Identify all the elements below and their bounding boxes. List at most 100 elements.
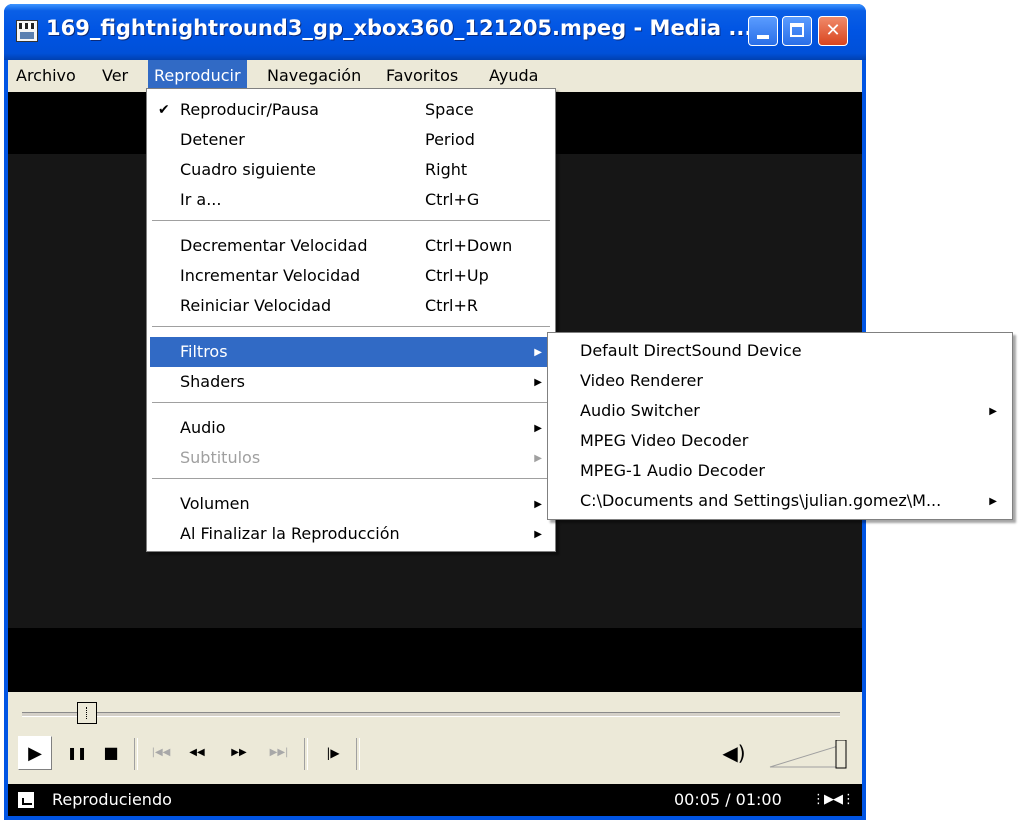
menu-separator — [152, 402, 550, 404]
menu-item-label: Audio Switcher — [580, 401, 700, 420]
playing-status-icon — [18, 792, 34, 808]
pause-icon: ❚❚ — [66, 746, 88, 760]
menu-item-al-finalizar[interactable]: Al Finalizar la Reproducción ▶ — [150, 519, 552, 549]
volume-track — [769, 745, 839, 768]
menu-item-volumen[interactable]: Volumen ▶ — [150, 489, 552, 519]
menu-item-label: Ir a... — [180, 190, 222, 209]
submenu-item-mpeg-video-decoder[interactable]: MPEG Video Decoder — [551, 426, 1009, 456]
submenu-item-audio-switcher[interactable]: Audio Switcher ▶ — [551, 396, 1009, 426]
toolbar-separator — [304, 738, 308, 770]
seek-thumb[interactable] — [77, 702, 98, 724]
submenu-arrow-icon: ▶ — [989, 496, 997, 507]
menu-item-label: C:\Documents and Settings\julian.gomez\M… — [580, 491, 942, 510]
menu-item-label: Cuadro siguiente — [180, 160, 316, 179]
maximize-button[interactable] — [782, 16, 812, 46]
menu-item-subtitulos: Subtitulos ▶ — [150, 443, 552, 473]
status-text: Reproduciendo — [52, 790, 172, 809]
menu-item-shaders[interactable]: Shaders ▶ — [150, 367, 552, 397]
menu-item-label: Subtitulos — [180, 448, 261, 467]
playback-controls: ▶ ❚❚ ■ |◀◀ ◀◀ ▶▶ ▶▶| |▶ ◀) — [8, 692, 862, 784]
rewind-button[interactable]: ◀◀ — [180, 736, 214, 770]
menu-item-label: Reproducir/Pausa — [180, 100, 319, 119]
fast-forward-icon: ▶▶ — [231, 747, 247, 758]
menu-item-label: Default DirectSound Device — [580, 341, 802, 360]
menu-item-shortcut: Ctrl+G — [425, 190, 480, 209]
menu-item-label: MPEG-1 Audio Decoder — [580, 461, 765, 480]
menu-item-label: Detener — [180, 130, 245, 149]
pause-button[interactable]: ❚❚ — [60, 736, 94, 770]
menu-archivo[interactable]: Archivo — [10, 60, 82, 92]
checkmark-icon: ✔ — [158, 102, 170, 118]
submenu-item-mpeg1-audio-decoder[interactable]: MPEG-1 Audio Decoder — [551, 456, 1009, 486]
minimize-button[interactable] — [748, 16, 778, 46]
menu-item-label: Incrementar Velocidad — [180, 266, 361, 285]
menu-item-label: Shaders — [180, 372, 246, 391]
submenu-arrow-icon: ▶ — [534, 423, 542, 434]
toolbar-separator — [134, 738, 138, 770]
play-icon: ▶ — [28, 743, 42, 764]
menu-item-label: Volumen — [180, 494, 250, 513]
menu-item-label: Reiniciar Velocidad — [180, 296, 332, 315]
menu-item-reiniciar-velocidad[interactable]: Reiniciar Velocidad Ctrl+R — [150, 291, 552, 321]
submenu-arrow-icon: ▶ — [534, 377, 542, 388]
maximize-icon — [790, 23, 804, 37]
menu-item-shortcut: Ctrl+R — [425, 296, 478, 315]
fast-forward-button[interactable]: ▶▶ — [222, 736, 256, 770]
menu-item-label: Filtros — [180, 342, 228, 361]
submenu-arrow-icon: ▶ — [989, 406, 997, 417]
submenu-item-source-file[interactable]: C:\Documents and Settings\julian.gomez\M… — [551, 486, 1009, 516]
submenu-item-video-renderer[interactable]: Video Renderer — [551, 366, 1009, 396]
menu-item-filtros[interactable]: Filtros ▶ — [150, 337, 552, 367]
speaker-icon[interactable]: ◀) — [720, 736, 748, 770]
menu-item-incrementar-velocidad[interactable]: Incrementar Velocidad Ctrl+Up — [150, 261, 552, 291]
submenu-arrow-icon: ▶ — [534, 347, 542, 358]
title-bar[interactable]: 169_fightnightround3_gp_xbox360_121205.m… — [4, 4, 866, 60]
menu-item-label: Decrementar Velocidad — [180, 236, 368, 255]
frame-step-button[interactable]: |▶ — [316, 736, 350, 770]
time-display: 00:05 / 01:00 — [674, 790, 782, 809]
reproducir-dropdown: ✔ Reproducir/Pausa Space Detener Period … — [146, 88, 556, 552]
menu-item-shortcut: Ctrl+Down — [425, 236, 513, 255]
menu-separator — [152, 220, 550, 222]
menu-item-audio[interactable]: Audio ▶ — [150, 413, 552, 443]
menu-item-cuadro-siguiente[interactable]: Cuadro siguiente Right — [150, 155, 552, 185]
menu-item-reproducir-pausa[interactable]: ✔ Reproducir/Pausa Space — [150, 95, 552, 125]
rewind-icon: ◀◀ — [189, 747, 205, 758]
volume-slider[interactable] — [768, 740, 848, 770]
toolbar-separator — [356, 738, 360, 770]
menu-item-shortcut: Period — [425, 130, 475, 149]
menu-item-shortcut: Space — [425, 100, 474, 119]
seek-bar[interactable] — [22, 712, 840, 717]
menu-separator — [152, 326, 550, 328]
window-title: 169_fightnightround3_gp_xbox360_121205.m… — [46, 16, 753, 40]
volume-thumb[interactable] — [835, 740, 847, 769]
submenu-arrow-icon: ▶ — [534, 499, 542, 510]
minimize-icon — [757, 35, 769, 39]
close-button[interactable]: ✕ — [818, 16, 848, 46]
submenu-item-directsound[interactable]: Default DirectSound Device — [551, 336, 1009, 366]
stop-icon: ■ — [103, 743, 119, 762]
menu-item-ir-a[interactable]: Ir a... Ctrl+G — [150, 185, 552, 215]
status-bar: Reproduciendo 00:05 / 01:00 ⋮▶◀⋮ — [8, 784, 862, 816]
app-icon[interactable] — [16, 20, 38, 42]
skip-forward-icon: ▶▶| — [269, 747, 289, 758]
menu-item-label: Al Finalizar la Reproducción — [180, 524, 400, 543]
filtros-submenu: Default DirectSound Device Video Rendere… — [547, 332, 1013, 520]
skip-forward-button[interactable]: ▶▶| — [262, 736, 296, 770]
submenu-arrow-icon: ▶ — [534, 453, 542, 464]
stop-button[interactable]: ■ — [94, 736, 128, 770]
play-button[interactable]: ▶ — [18, 736, 52, 770]
menu-ver[interactable]: Ver — [96, 60, 134, 92]
menu-item-label: MPEG Video Decoder — [580, 431, 749, 450]
menu-item-label: Audio — [180, 418, 226, 437]
skip-back-button[interactable]: |◀◀ — [144, 736, 178, 770]
menu-item-detener[interactable]: Detener Period — [150, 125, 552, 155]
rate-icon: ⋮▶◀⋮ — [812, 792, 855, 807]
menu-separator — [152, 478, 550, 480]
menu-item-shortcut: Ctrl+Up — [425, 266, 489, 285]
submenu-arrow-icon: ▶ — [534, 529, 542, 540]
frame-step-icon: |▶ — [326, 746, 340, 760]
menu-item-decrementar-velocidad[interactable]: Decrementar Velocidad Ctrl+Down — [150, 231, 552, 261]
menu-item-shortcut: Right — [425, 160, 468, 179]
skip-back-icon: |◀◀ — [151, 747, 171, 758]
